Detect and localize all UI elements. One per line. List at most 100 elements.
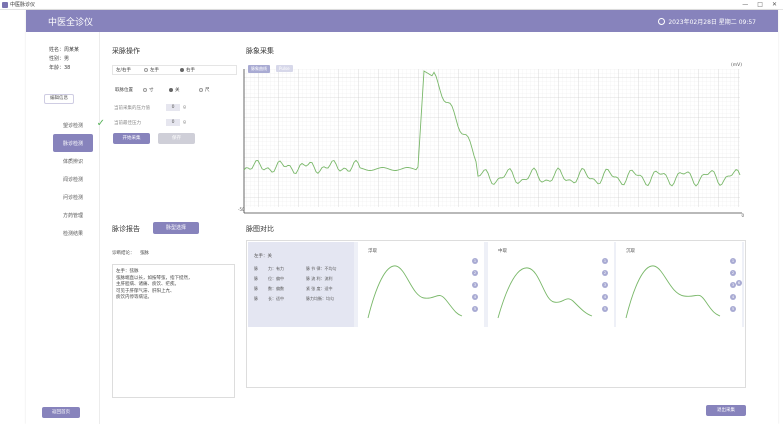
radio-icon — [199, 87, 203, 92]
diagnosis-result: 诊断结论： 弦脉 — [112, 250, 149, 256]
metric-key: 脉 — [254, 296, 258, 301]
level-dot[interactable]: 3 — [472, 282, 478, 288]
side-dot[interactable]: 6 — [736, 280, 742, 286]
position-option-chi[interactable]: 尺 — [199, 87, 210, 93]
best-pressure-unit: g — [183, 120, 186, 125]
diagnosis-label: 诊断结论： — [112, 251, 135, 256]
sidebar-item-results[interactable]: 检测结果 — [53, 224, 93, 242]
patient-name: 姓名：周某某 — [49, 47, 80, 53]
panel-label: 中取 — [498, 249, 507, 254]
level-dot[interactable]: 4 — [472, 294, 478, 300]
back-home-button[interactable]: 返回首页 — [42, 407, 80, 418]
level-dot[interactable]: 1 — [730, 258, 736, 264]
metric-row: 脉 力：有力 脉 节 律：不均匀 — [254, 264, 337, 274]
radio-selected-icon — [169, 87, 173, 92]
sidebar-item-constitution[interactable]: 体质辨识 — [53, 152, 93, 170]
edit-info-button[interactable]: 编辑信息 — [44, 94, 74, 104]
metric-value: 脉 流 利：流利 — [306, 276, 333, 281]
position-option-cun[interactable]: 寸 — [143, 87, 169, 93]
sidebar-nav: 望诊检测 ✓ 脉诊检测 体质辨识 闻诊检测 问诊检测 方药管理 检测结果 — [53, 116, 105, 242]
radio-icon — [144, 67, 148, 72]
position-option-label: 尺 — [205, 88, 210, 93]
datetime: 2023年02月28日 星期二 09:57 — [668, 18, 756, 26]
y-unit-label: (mV) — [731, 63, 742, 68]
sidebar-item-listening[interactable]: 闻诊检测 — [53, 170, 93, 188]
level-dot[interactable]: 5 — [730, 306, 736, 312]
level-dot[interactable]: 1 — [472, 258, 478, 264]
minimize-button[interactable]: — — [742, 1, 748, 9]
best-pressure-label: 当前最佳压力 — [114, 121, 141, 126]
sidebar-item-pulse[interactable]: 脉诊检测 — [53, 134, 93, 152]
position-label: 取脉位置 — [115, 88, 133, 93]
report-line: 痰饮内停等病证。 — [116, 295, 152, 300]
waveform-title: 脉象采集 — [246, 47, 274, 55]
waveform-chart: 脉象曲线 Pulse (mV) -50 0 — [238, 57, 746, 219]
comparison-box: 左手：关 脉力：有力脉 节 律：不均匀 脉位：偏中脉 流 利：流利 脉数：偏数紧… — [246, 240, 746, 388]
y-min-label: -50 — [238, 207, 245, 212]
level-dot[interactable]: 2 — [472, 270, 478, 276]
comparison-inner: 左手：关 脉力：有力脉 节 律：不均匀 脉位：偏中脉 流 利：流利 脉数：偏数紧… — [248, 242, 744, 327]
sidebar-item-label: 脉诊检测 — [62, 140, 83, 147]
level-dot[interactable]: 5 — [602, 306, 608, 312]
waveform-tag-1[interactable]: 脉象曲线 — [248, 65, 270, 73]
position-option-label: 关 — [175, 88, 180, 93]
position-select-row: 取脉位置 寸 关 尺 — [112, 85, 237, 95]
maximize-button[interactable]: □ — [757, 1, 763, 9]
hand-option-left[interactable]: 左手 — [144, 67, 180, 73]
level-dot[interactable]: 3 — [602, 282, 608, 288]
save-button[interactable]: 保存 — [158, 133, 195, 144]
hand-option-right[interactable]: 右手 — [180, 67, 195, 73]
level-dot[interactable]: 4 — [602, 294, 608, 300]
metric-key: 脉 — [254, 276, 258, 281]
panel-label: 沉取 — [626, 249, 635, 254]
start-acquisition-button[interactable]: 开始采集 — [113, 133, 150, 144]
report-title: 脉诊报告 — [112, 225, 140, 233]
metric-value: 脉 节 律：不均匀 — [306, 266, 337, 271]
sidebar-item-inspection[interactable]: 望诊检测 ✓ — [53, 116, 105, 134]
patient-info: 姓名：周某某 性别：男 年龄：38 — [49, 46, 79, 73]
sidebar-item-label: 问诊检测 — [62, 194, 83, 201]
metric-value: 紧 张 度：适中 — [306, 286, 333, 291]
hand-option-left-label: 左手 — [150, 68, 159, 73]
comparison-title: 脉图对比 — [246, 225, 274, 233]
sidebar-item-inquiry[interactable]: 问诊检测 — [53, 188, 93, 206]
chart-grid — [244, 69, 740, 207]
sidebar-item-label: 闻诊检测 — [62, 176, 83, 183]
level-dot[interactable]: 1 — [602, 258, 608, 264]
exit-acquisition-button[interactable]: 退出采集 — [706, 405, 746, 416]
acquisition-title: 采脉操作 — [112, 47, 140, 55]
sidebar-item-prescription[interactable]: 方药管理 — [53, 206, 93, 224]
waveform-tag-2[interactable]: Pulse — [276, 65, 293, 72]
comparison-panel-middle: 中取 1 2 3 4 5 — [488, 242, 614, 327]
level-dot[interactable]: 2 — [730, 270, 736, 276]
position-option-label: 寸 — [149, 88, 154, 93]
metric-value: 长：适中 — [268, 296, 284, 301]
current-pressure-value: 0 — [166, 104, 180, 111]
current-pressure-label: 当前采集的压力值 — [114, 106, 150, 111]
level-dot[interactable]: 2 — [602, 270, 608, 276]
close-button[interactable]: ✕ — [772, 1, 777, 9]
metric-value: 力：有力 — [268, 266, 284, 271]
app-icon — [2, 2, 8, 8]
current-pressure-unit: g — [183, 105, 186, 110]
pulse-type-select-button[interactable]: 脉型选择 — [153, 222, 199, 234]
window-titlebar: 中医脉诊仪 — □ ✕ — [0, 0, 783, 10]
hand-select-row: 左/右手 左手 右手 — [112, 65, 237, 75]
comparison-panel-float: 浮取 1 2 3 4 5 — [358, 242, 484, 327]
metric-key: 脉 — [254, 286, 258, 291]
pulse-curve-float — [367, 265, 463, 319]
patient-age: 年龄：38 — [49, 65, 71, 71]
metric-key: 脉 — [254, 266, 258, 271]
metric-row: 脉 位：偏中 脉 流 利：流利 — [254, 274, 337, 284]
report-textarea[interactable]: 左手：弦脉 弦脉端直以长，如按琴弦，指下挺然， 主肝胆病、诸痛、痰饮、疟疾。 可… — [112, 264, 235, 398]
diagnosis-value: 弦脉 — [139, 251, 149, 256]
hand-label: 左/右手 — [116, 68, 132, 73]
level-dot[interactable]: 4 — [730, 294, 736, 300]
radio-selected-icon — [180, 67, 184, 72]
level-dot[interactable]: 5 — [472, 306, 478, 312]
window-title: 中医脉诊仪 — [10, 2, 36, 8]
pulse-curve-middle — [497, 267, 593, 319]
position-option-guan[interactable]: 关 — [169, 87, 199, 93]
comparison-left-info: 左手：关 脉力：有力脉 节 律：不均匀 脉位：偏中脉 流 利：流利 脉数：偏数紧… — [248, 242, 354, 327]
pulse-curve-deep — [625, 265, 721, 319]
